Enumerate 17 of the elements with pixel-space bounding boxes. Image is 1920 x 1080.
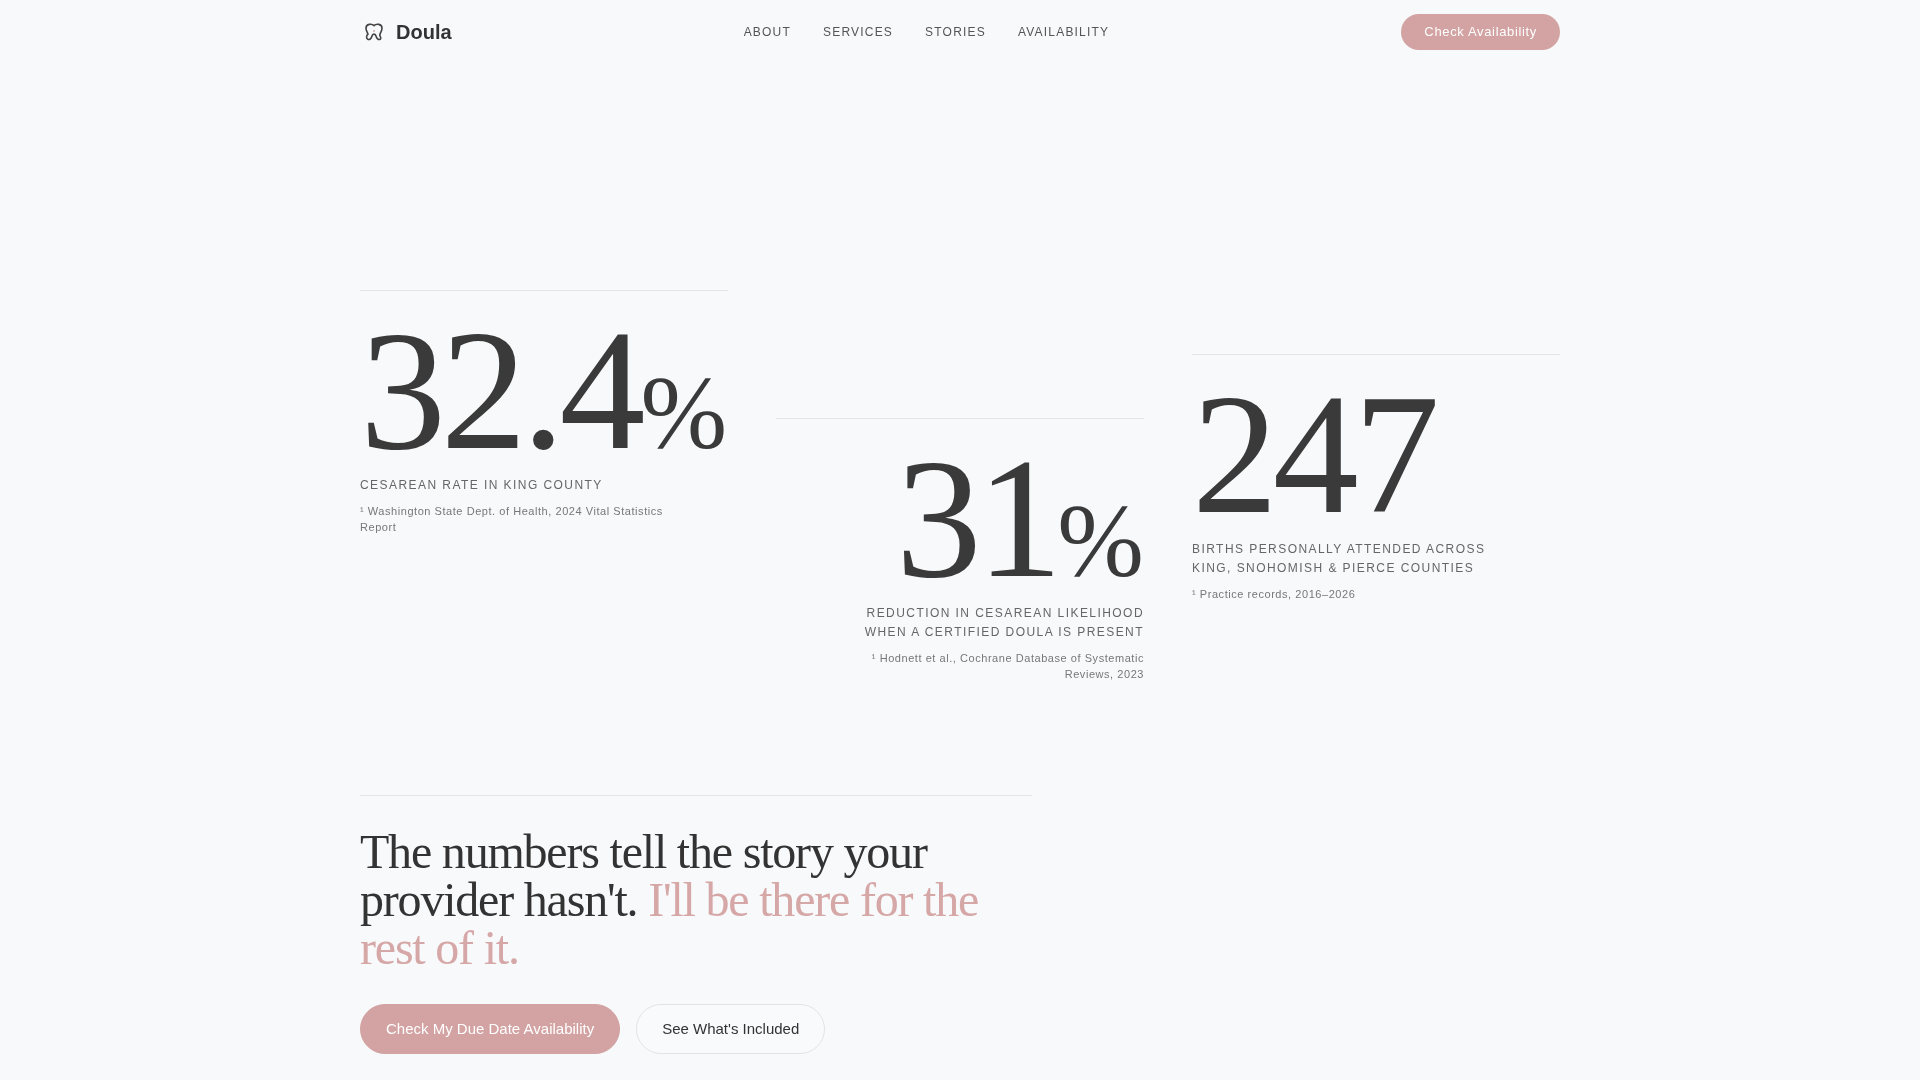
nav-link[interactable]: STORIES [925,23,986,41]
nav-link[interactable]: AVAILABILITY [1017,23,1110,41]
stat-number: 247 [1192,368,1435,540]
stat-footnote: ¹ Hodnett et al., Cochrane Database of Systematic Reviews, 2023 [870,651,1144,682]
headline: The numbers tell the story your provider hasn't. I'll be there for the rest of it. [360,828,980,972]
stat-footnote: ¹ Practice records, 2016–2026 [1192,587,1356,602]
stat-caption: BIRTHS PERSONALLY ATTENDED ACROSS KING, SNOHOMISH & PIERCE COUNTIES [1192,541,1487,577]
nav-link[interactable]: SERVICES [823,23,894,41]
included-button[interactable]: See What's Included [636,1004,826,1054]
brand-name[interactable]: Doula [396,17,452,47]
nav-link[interactable]: ABOUT [743,23,791,41]
stat-caption: REDUCTION IN CESAREAN LIKELIHOOD WHEN A CERTIFIED DOULA IS PRESENT [863,605,1144,641]
stat-number: 31% [895,432,1144,604]
stat-number: 32.4% [360,304,727,476]
stat-footnote: ¹ Washington State Dept. of Health, 2024 Vital Statistics Report [360,504,664,535]
tooth-icon [365,23,383,41]
stat-caption: CESAREAN RATE IN KING COUNTY [360,477,603,494]
